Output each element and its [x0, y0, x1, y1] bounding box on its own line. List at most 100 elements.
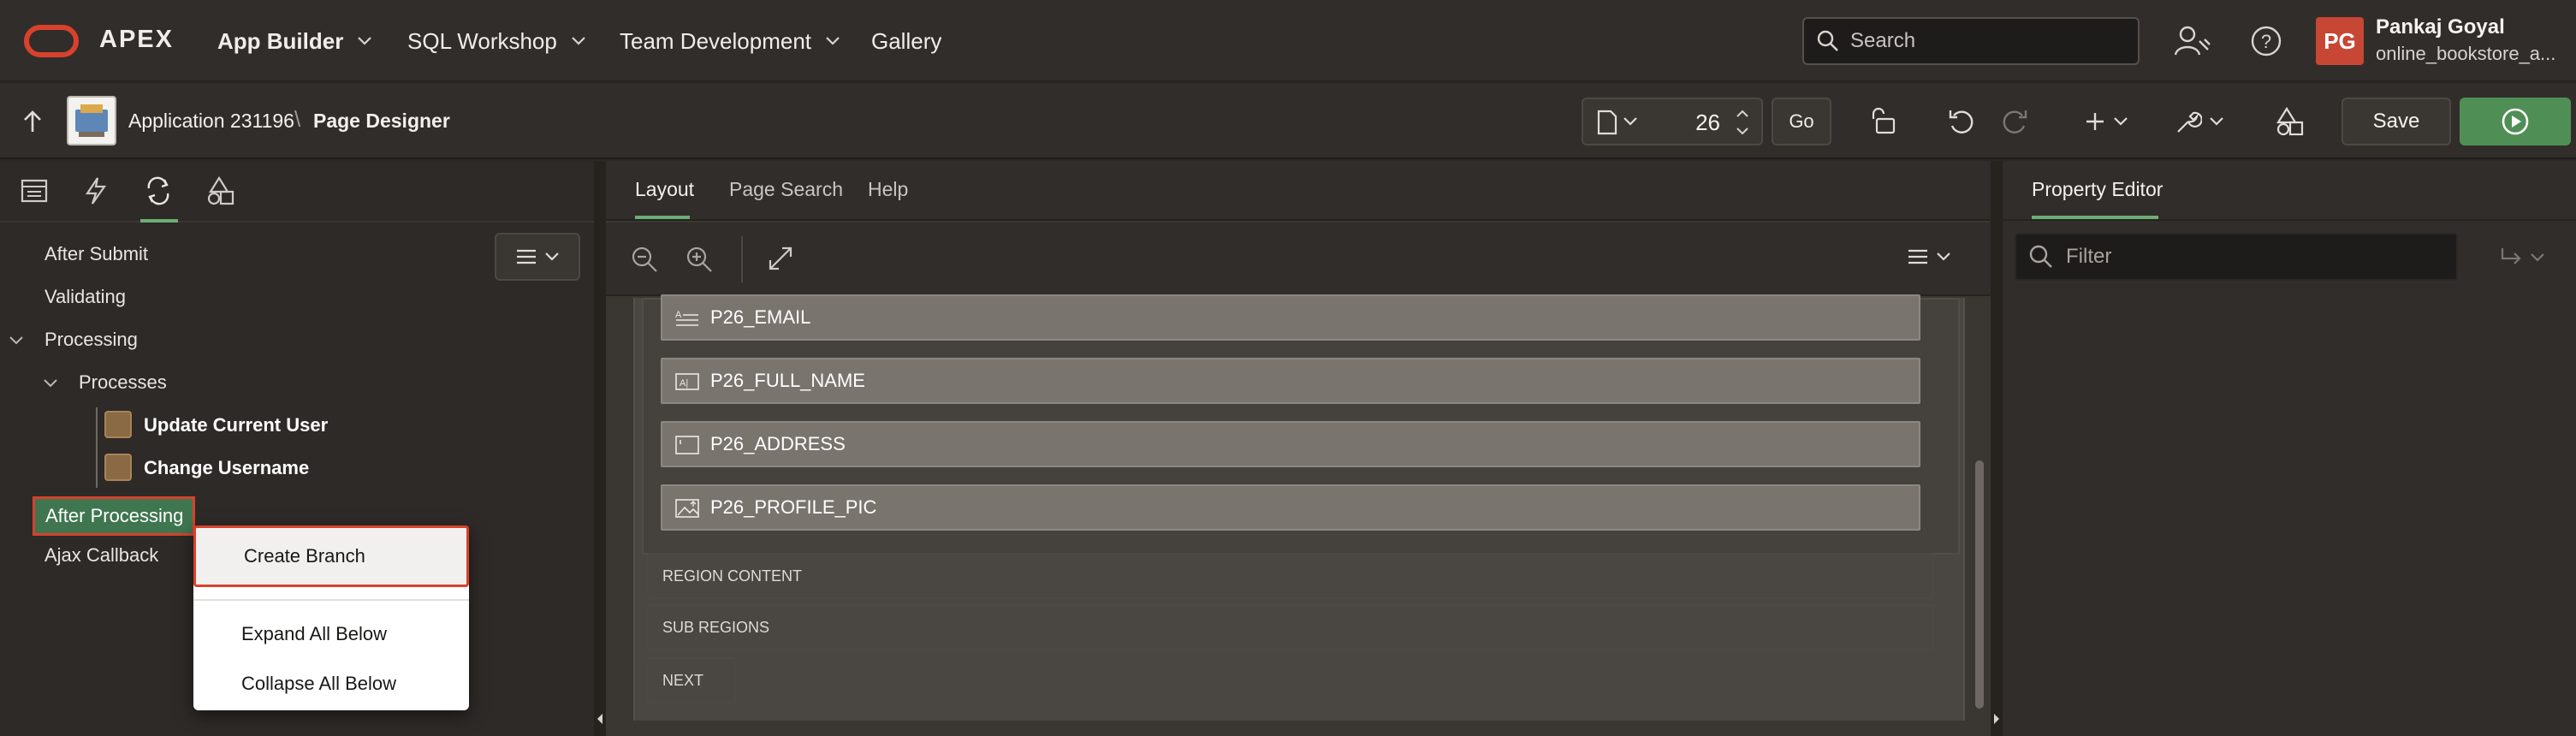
- avatar[interactable]: PG: [2316, 17, 2364, 65]
- help-icon[interactable]: ?: [2249, 24, 2283, 58]
- workspace-name[interactable]: online_bookstore_a...: [2376, 43, 2555, 65]
- zoom-out-icon[interactable]: [630, 245, 659, 274]
- chevron-down-icon: [2530, 252, 2545, 263]
- image-upload-icon: [674, 498, 700, 519]
- layout-menu-button[interactable]: [1907, 248, 1951, 265]
- search-icon: [2028, 244, 2054, 270]
- nav-team-development[interactable]: Team Development: [620, 24, 840, 58]
- nav-app-builder[interactable]: App Builder: [217, 24, 372, 58]
- page-stepper-icon[interactable]: [1734, 106, 1751, 139]
- search-input[interactable]: [1850, 29, 2124, 53]
- chevron-down-icon: [1936, 252, 1951, 262]
- global-search[interactable]: [1802, 17, 2140, 65]
- text-input-icon: A|: [674, 371, 700, 392]
- menu-item-collapse-all-below[interactable]: Collapse All Below: [193, 662, 469, 705]
- region-position-sub-regions[interactable]: SUB REGIONS: [647, 604, 1934, 650]
- plus-icon: [2084, 110, 2106, 133]
- play-icon: [2502, 108, 2529, 135]
- active-tab-indicator: [635, 216, 690, 219]
- nav-team-development-label: Team Development: [620, 27, 811, 54]
- tab-property-editor[interactable]: Property Editor: [2032, 178, 2163, 201]
- chevron-down-icon[interactable]: [43, 378, 58, 389]
- tree-node-ajax-callback[interactable]: Ajax Callback: [45, 544, 158, 567]
- tree-node-processes[interactable]: Processes: [79, 371, 167, 394]
- tree-node-validating[interactable]: Validating: [45, 286, 126, 308]
- expand-icon[interactable]: [767, 245, 794, 272]
- tree-guide-line: [96, 407, 98, 488]
- right-splitter[interactable]: [1991, 161, 2003, 736]
- shared-components-icon[interactable]: [2271, 98, 2309, 145]
- vertical-scrollbar[interactable]: [1975, 460, 1984, 709]
- region-position-content-label: REGION CONTENT: [662, 567, 803, 585]
- nav-sql-workshop[interactable]: SQL Workshop: [407, 24, 586, 58]
- application-link[interactable]: Application 231196: [128, 110, 294, 133]
- zoom-in-icon[interactable]: [685, 245, 714, 274]
- rendering-icon[interactable]: [21, 178, 48, 204]
- chevron-down-icon: [2113, 116, 2128, 127]
- tree-node-after-submit[interactable]: After Submit: [45, 243, 148, 265]
- menu-item-create-branch-label: Create Branch: [244, 545, 365, 567]
- go-to-group-button[interactable]: [2499, 246, 2545, 269]
- user-name[interactable]: Pankaj Goyal: [2376, 15, 2505, 39]
- chevron-down-icon: [357, 36, 372, 46]
- run-page-button[interactable]: [2460, 98, 2571, 145]
- page-item-full-name[interactable]: A| P26_FULL_NAME: [661, 358, 1920, 404]
- lock-page-icon[interactable]: [1866, 98, 1900, 145]
- menu-item-expand-all-below[interactable]: Expand All Below: [193, 613, 469, 656]
- chevron-down-icon[interactable]: [9, 335, 24, 346]
- center-pane: Layout Page Search Help A P26_EMAIL A| P…: [606, 161, 1991, 736]
- svg-text:A: A: [675, 310, 682, 320]
- collapse-right-icon[interactable]: [1992, 712, 2001, 726]
- tab-help[interactable]: Help: [868, 178, 908, 201]
- shared-components-icon[interactable]: [205, 176, 234, 205]
- textarea-icon: [674, 435, 700, 455]
- property-filter[interactable]: [2015, 233, 2458, 281]
- breadcrumb-separator: \: [294, 106, 301, 132]
- tree-node-update-current-user[interactable]: Update Current User: [144, 414, 328, 436]
- text-field-icon: A: [674, 308, 700, 329]
- tree-menu-button[interactable]: [495, 233, 580, 281]
- region-position-content[interactable]: REGION CONTENT: [647, 553, 1934, 599]
- nav-gallery-label: Gallery: [871, 27, 942, 54]
- menu-item-collapse-all-below-label: Collapse All Below: [241, 673, 396, 694]
- filter-input[interactable]: [2066, 245, 2425, 269]
- svg-text:A|: A|: [680, 378, 688, 389]
- tree-node-after-processing[interactable]: After Processing: [33, 496, 195, 536]
- page-item-address[interactable]: P26_ADDRESS: [661, 421, 1920, 467]
- page-item-profile-pic[interactable]: P26_PROFILE_PIC: [661, 484, 1920, 531]
- page-selector[interactable]: 26: [1582, 98, 1763, 145]
- left-pane: After Submit Validating Processing Proce…: [0, 161, 594, 736]
- apex-brand[interactable]: APEX: [99, 26, 174, 54]
- application-icon[interactable]: [67, 96, 116, 145]
- redo-icon[interactable]: [1997, 98, 2032, 145]
- layout-toolbar: [606, 223, 1991, 296]
- save-button[interactable]: Save: [2342, 98, 2451, 145]
- chevron-down-icon: [571, 36, 586, 46]
- undo-icon[interactable]: [1944, 98, 1979, 145]
- go-button[interactable]: Go: [1772, 98, 1831, 145]
- region-position-next[interactable]: NEXT: [647, 657, 736, 703]
- left-splitter[interactable]: [594, 161, 606, 736]
- go-button-label: Go: [1789, 110, 1814, 132]
- tab-layout[interactable]: Layout: [635, 178, 694, 201]
- page-item-email[interactable]: A P26_EMAIL: [661, 294, 1920, 341]
- create-menu-button[interactable]: [2076, 98, 2136, 145]
- administration-icon[interactable]: [2174, 24, 2211, 58]
- tree-node-processing[interactable]: Processing: [45, 329, 138, 351]
- search-icon: [1816, 29, 1840, 53]
- tree-node-change-username[interactable]: Change Username: [144, 457, 309, 479]
- utilities-menu-button[interactable]: [2165, 98, 2234, 145]
- oracle-logo[interactable]: [24, 24, 79, 58]
- arrow-up-icon[interactable]: [21, 110, 45, 135]
- menu-item-create-branch[interactable]: Create Branch: [193, 525, 469, 587]
- tab-page-search[interactable]: Page Search: [729, 178, 843, 201]
- region-position-sub-regions-label: SUB REGIONS: [662, 618, 770, 636]
- nav-gallery[interactable]: Gallery: [871, 24, 941, 58]
- dynamic-actions-icon[interactable]: [84, 176, 108, 205]
- processing-icon[interactable]: [144, 176, 173, 205]
- page-number[interactable]: 26: [1695, 110, 1720, 136]
- collapse-left-icon[interactable]: [596, 712, 604, 726]
- page-icon: [1595, 110, 1619, 135]
- nav-app-builder-label: App Builder: [217, 27, 344, 54]
- save-button-label: Save: [2372, 110, 2420, 133]
